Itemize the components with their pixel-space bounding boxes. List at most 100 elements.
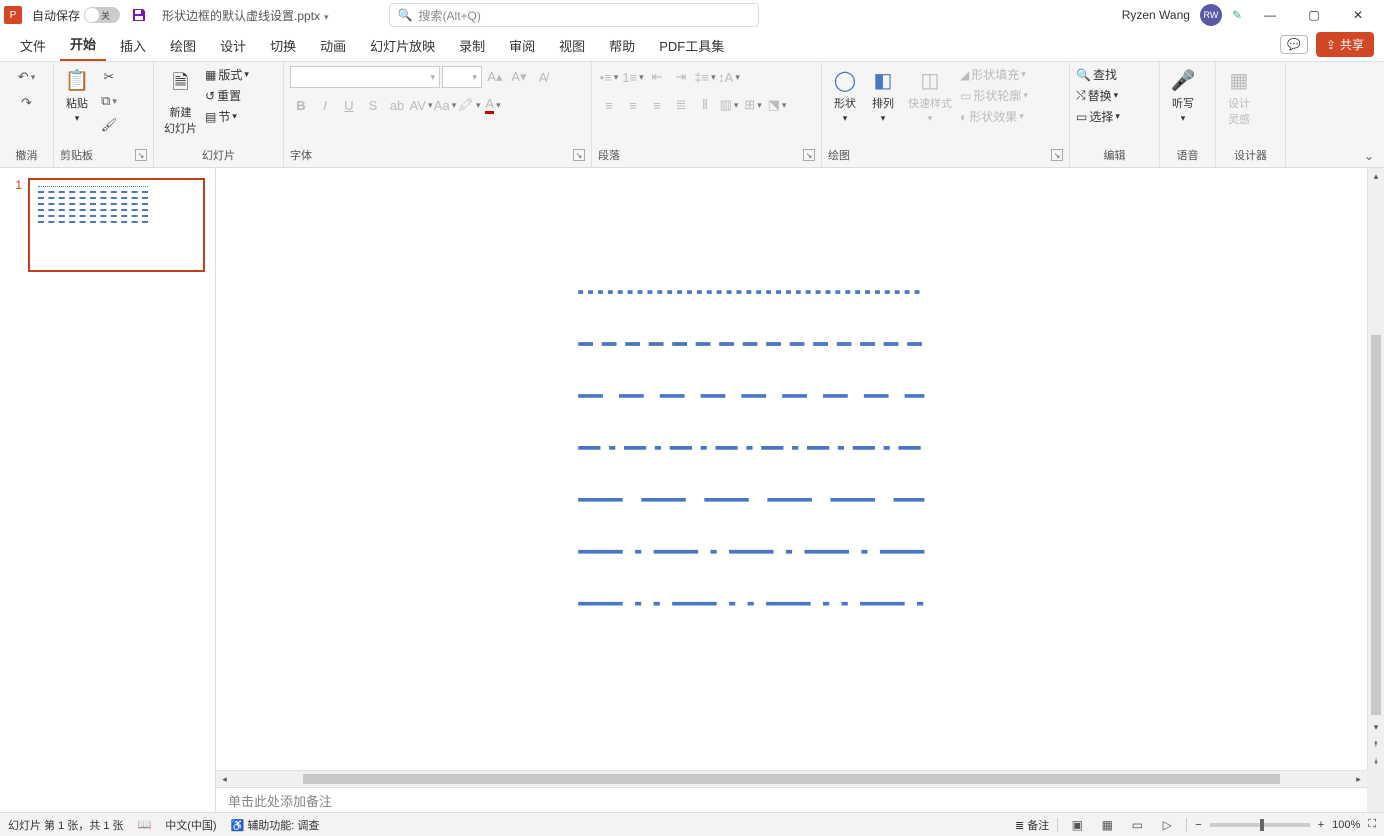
align-right-button[interactable]: ≡ <box>646 94 668 116</box>
tab-切换[interactable]: 切换 <box>260 30 306 61</box>
close-button[interactable]: ✕ <box>1336 0 1380 30</box>
next-slide-arrow[interactable]: ⯯ <box>1368 753 1384 770</box>
slide-canvas-wrap[interactable] <box>216 168 1367 770</box>
distribute-button[interactable]: ⫴ <box>694 94 716 116</box>
scroll-down-arrow[interactable]: ▾ <box>1368 719 1384 736</box>
search-input[interactable]: 🔍 搜索(Alt+Q) <box>389 3 759 27</box>
avatar[interactable]: RW <box>1200 4 1222 26</box>
reset-button[interactable]: ↺重置 <box>205 87 249 104</box>
scroll-right-arrow[interactable]: ▸ <box>1350 774 1367 785</box>
tab-帮助[interactable]: 帮助 <box>599 30 645 61</box>
font-launcher[interactable]: ↘ <box>573 149 585 161</box>
shapes-button[interactable]: ◯形状▾ <box>828 66 862 126</box>
notes-placeholder[interactable]: 单击此处添加备注 <box>216 787 1367 812</box>
bullets-button[interactable]: •≡ <box>598 66 620 88</box>
format-painter-button[interactable]: 🖌 <box>98 114 120 136</box>
highlight-button[interactable]: 🖍 <box>458 94 480 116</box>
select-button[interactable]: ▭选择▾ <box>1076 108 1120 125</box>
language-label[interactable]: 中文(中国) <box>165 817 216 833</box>
tab-PDF工具集[interactable]: PDF工具集 <box>649 30 734 61</box>
zoom-slider-knob[interactable] <box>1260 819 1264 831</box>
maximize-button[interactable]: ▢ <box>1292 0 1336 30</box>
spellcheck-icon[interactable]: 📖 <box>138 818 152 831</box>
scroll-track[interactable] <box>233 771 1350 787</box>
zoom-percent[interactable]: 100% <box>1332 819 1360 831</box>
align-left-button[interactable]: ≡ <box>598 94 620 116</box>
vscroll-track[interactable] <box>1368 185 1384 719</box>
replace-button[interactable]: ⤭替换▾ <box>1076 87 1118 104</box>
line-spacing-button[interactable]: ‡≡ <box>694 66 716 88</box>
slideshow-view-button[interactable]: ▷ <box>1156 816 1178 834</box>
tab-绘图[interactable]: 绘图 <box>160 30 206 61</box>
clear-format-button[interactable]: A̸ <box>532 66 554 88</box>
minimize-button[interactable]: — <box>1248 0 1292 30</box>
cut-button[interactable]: ✂ <box>98 66 120 88</box>
font-size-combo[interactable]: ▾ <box>442 66 482 88</box>
tab-录制[interactable]: 录制 <box>449 30 495 61</box>
numbering-button[interactable]: 1≡ <box>622 66 644 88</box>
clipboard-launcher[interactable]: ↘ <box>135 149 147 161</box>
font-name-combo[interactable]: ▾ <box>290 66 440 88</box>
new-slide-button[interactable]: 🗎 新建 幻灯片 <box>160 66 201 138</box>
vscroll-thumb[interactable] <box>1371 335 1381 715</box>
font-color-button[interactable]: A <box>482 94 504 116</box>
shape-outline-button[interactable]: ▭形状轮廓▾ <box>960 87 1028 104</box>
tab-幻灯片放映[interactable]: 幻灯片放映 <box>360 30 445 61</box>
copy-button[interactable]: ⧉ <box>98 90 120 112</box>
change-case-button[interactable]: Aa <box>434 94 456 116</box>
bold-button[interactable]: B <box>290 94 312 116</box>
zoom-in-button[interactable]: + <box>1318 819 1324 831</box>
strike2-button[interactable]: ab <box>386 94 408 116</box>
layout-button[interactable]: ▦版式▾ <box>205 66 249 83</box>
increase-indent-button[interactable]: ⇥ <box>670 66 692 88</box>
smartart-button[interactable]: ⬔ <box>766 94 788 116</box>
scroll-up-arrow[interactable]: ▴ <box>1368 168 1384 185</box>
align-text-button[interactable]: ⊞ <box>742 94 764 116</box>
share-button[interactable]: ⇪共享 <box>1316 32 1374 57</box>
sorter-view-button[interactable]: ▦ <box>1096 816 1118 834</box>
paste-button[interactable]: 📋 粘贴 ▾ <box>60 66 94 126</box>
tab-插入[interactable]: 插入 <box>110 30 156 61</box>
ribbon-collapse-button[interactable]: ⌄ <box>1354 149 1384 167</box>
shape-effects-button[interactable]: ◐形状效果▾ <box>960 108 1028 125</box>
italic-button[interactable]: I <box>314 94 336 116</box>
autosave-switch[interactable]: 关 <box>84 7 120 23</box>
decrease-font-button[interactable]: A▾ <box>508 66 530 88</box>
save-icon[interactable] <box>130 6 148 24</box>
align-center-button[interactable]: ≡ <box>622 94 644 116</box>
decrease-indent-button[interactable]: ⇤ <box>646 66 668 88</box>
quick-styles-button[interactable]: ◫快速样式▾ <box>904 66 956 126</box>
paragraph-launcher[interactable]: ↘ <box>803 149 815 161</box>
reading-view-button[interactable]: ▭ <box>1126 816 1148 834</box>
scroll-left-arrow[interactable]: ◂ <box>216 774 233 785</box>
document-title[interactable]: 形状边框的默认虚线设置.pptx▾ <box>162 7 329 24</box>
scroll-thumb[interactable] <box>303 774 1280 784</box>
undo-button[interactable]: ↶ <box>16 66 38 88</box>
zoom-out-button[interactable]: − <box>1195 819 1201 831</box>
arrange-button[interactable]: ◧排列▾ <box>866 66 900 126</box>
text-direction-button[interactable]: ↕A <box>718 66 740 88</box>
section-button[interactable]: ▤节▾ <box>205 108 249 125</box>
zoom-slider[interactable] <box>1210 823 1310 827</box>
tab-开始[interactable]: 开始 <box>60 28 106 61</box>
horizontal-scrollbar[interactable]: ◂ ▸ <box>216 770 1367 787</box>
tab-审阅[interactable]: 审阅 <box>499 30 545 61</box>
strike-button[interactable]: S <box>362 94 384 116</box>
underline-button[interactable]: U <box>338 94 360 116</box>
prev-slide-arrow[interactable]: ⯭ <box>1368 736 1384 753</box>
tab-文件[interactable]: 文件 <box>10 30 56 61</box>
accessibility-label[interactable]: ♿ 辅助功能: 调查 <box>231 817 320 833</box>
shape-fill-button[interactable]: ◢形状填充▾ <box>960 66 1028 83</box>
columns-button[interactable]: ▥ <box>718 94 740 116</box>
comments-button[interactable]: 💬 <box>1280 35 1308 54</box>
notes-toggle[interactable]: ≣ 备注 <box>1015 817 1049 833</box>
autosave-toggle[interactable]: 自动保存 关 <box>32 7 120 24</box>
char-spacing-button[interactable]: AV <box>410 94 432 116</box>
drawing-launcher[interactable]: ↘ <box>1051 149 1063 161</box>
designer-button[interactable]: ▦设计 灵感 <box>1222 66 1256 129</box>
dictate-button[interactable]: 🎤听写▾ <box>1166 66 1200 126</box>
pen-customize-icon[interactable]: ✎ <box>1232 8 1242 22</box>
tab-动画[interactable]: 动画 <box>310 30 356 61</box>
normal-view-button[interactable]: ▣ <box>1066 816 1088 834</box>
vertical-scrollbar[interactable]: ▴ ▾ ⯭ ⯯ <box>1367 168 1384 770</box>
